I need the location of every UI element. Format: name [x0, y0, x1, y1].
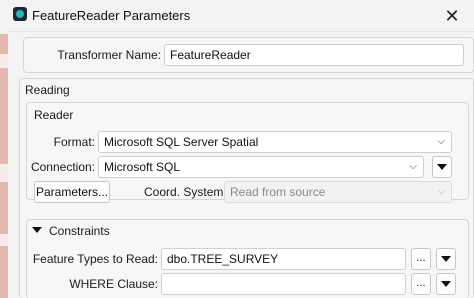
reader-section-label: Reader [34, 108, 74, 122]
chevron-down-icon: ⌵ [437, 186, 445, 197]
format-select[interactable]: Microsoft SQL Server Spatial ⌵ [98, 131, 452, 153]
where-clause-input[interactable] [161, 273, 406, 295]
reading-section-label: Reading [25, 83, 70, 97]
chevron-down-icon: ⌵ [409, 161, 417, 172]
coord-system-label: Coord. System: [144, 185, 227, 199]
transformer-name-group: Transformer Name: FeatureReader [23, 37, 474, 73]
close-icon: ✕ [444, 6, 460, 26]
background-canvas-strip [0, 34, 8, 298]
connection-menu-button[interactable] [432, 156, 452, 178]
constraints-section-label[interactable]: Constraints [49, 224, 110, 238]
feature-types-menu-button[interactable] [436, 248, 456, 270]
coord-system-select: Read from source ⌵ [224, 181, 452, 203]
canvas-band [0, 164, 8, 182]
feature-types-browse-button[interactable]: ... [411, 248, 431, 270]
title-bar[interactable]: FeatureReader Parameters ✕ [8, 0, 474, 32]
triangle-down-icon [441, 281, 451, 287]
where-clause-edit-button[interactable]: ... [411, 273, 431, 295]
coord-system-placeholder: Read from source [230, 185, 326, 199]
triangle-down-icon [441, 256, 451, 262]
format-value: Microsoft SQL Server Spatial [104, 135, 259, 149]
feature-types-input[interactable]: dbo.TREE_SURVEY [161, 248, 406, 270]
triangle-down-icon [437, 164, 447, 170]
feature-reader-dialog: FeatureReader Parameters ✕ Transformer N… [8, 0, 474, 298]
collapse-triangle-icon[interactable] [32, 227, 42, 233]
transformer-name-label: Transformer Name: [57, 48, 161, 62]
reader-group: Reader Format: Microsoft SQL Server Spat… [26, 102, 469, 203]
close-button[interactable]: ✕ [440, 4, 464, 28]
chevron-down-icon: ⌵ [437, 136, 445, 147]
parameters-button[interactable]: Parameters... [34, 181, 110, 203]
window-title: FeatureReader Parameters [32, 8, 191, 23]
fme-app-icon [13, 7, 27, 21]
canvas-band [0, 54, 8, 68]
connection-value: Microsoft SQL [104, 160, 181, 174]
transformer-name-input[interactable]: FeatureReader [164, 44, 464, 66]
constraints-group: Constraints Feature Types to Read: dbo.T… [26, 219, 469, 298]
format-label: Format: [53, 135, 95, 149]
reading-section: Reading Reader Format: Microsoft SQL Ser… [19, 78, 474, 298]
connection-label: Connection: [30, 160, 95, 174]
connection-select[interactable]: Microsoft SQL ⌵ [98, 156, 424, 178]
canvas-band [0, 234, 8, 246]
where-clause-label: WHERE Clause: [69, 277, 158, 291]
feature-types-label: Feature Types to Read: [32, 252, 158, 266]
where-clause-menu-button[interactable] [436, 273, 456, 295]
